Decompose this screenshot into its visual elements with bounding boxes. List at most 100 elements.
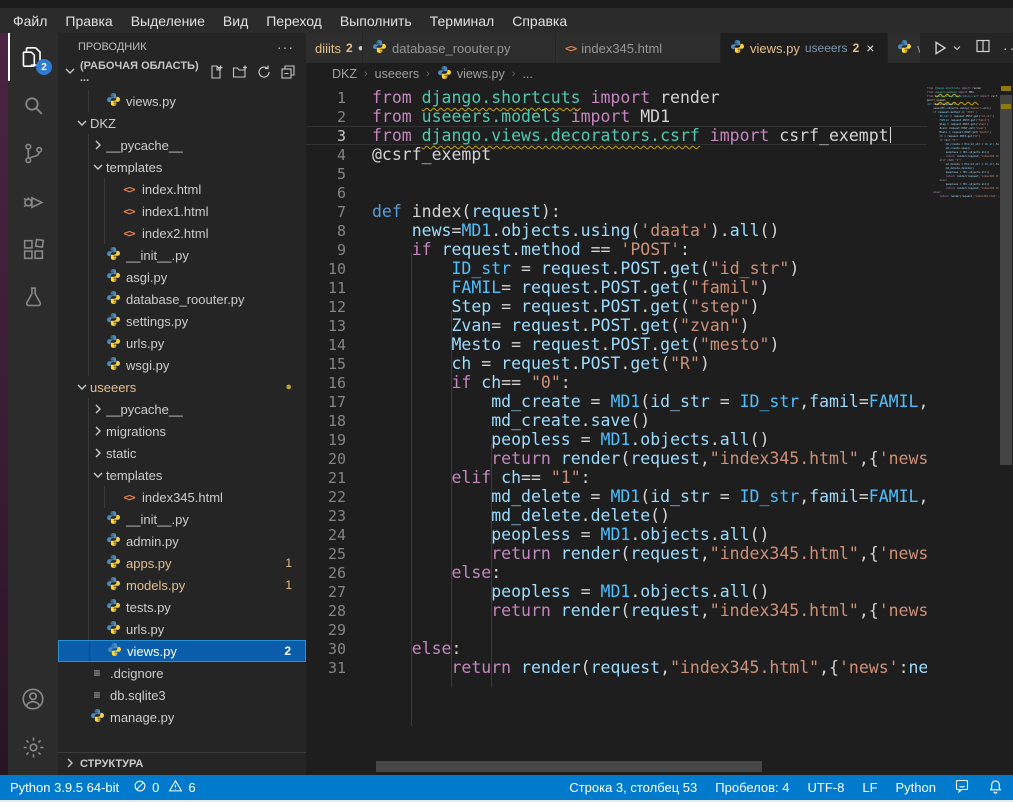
code-editor[interactable]: 1from django.shortcuts import render2fro… — [306, 85, 927, 759]
tree-item-__init__.py[interactable]: __init__.py — [58, 244, 306, 266]
tree-item-urls.py[interactable]: urls.py — [58, 332, 306, 354]
html-file-icon: <> — [123, 183, 134, 196]
desktop-edge-strip — [0, 33, 8, 800]
more-actions-icon[interactable]: ··· — [1003, 40, 1013, 56]
problems-status[interactable]: 0 6 — [133, 779, 195, 796]
refresh-icon[interactable] — [256, 64, 272, 80]
menu-item-6[interactable]: Терминал — [421, 8, 503, 33]
notifications-bell-icon[interactable] — [988, 779, 1003, 797]
menu-item-5[interactable]: Выполнить — [331, 8, 421, 33]
new-file-icon[interactable] — [208, 64, 224, 80]
code-line-11: 11 FAMIL= request.POST.get("famil") — [306, 278, 927, 297]
line-number: 13 — [306, 317, 346, 336]
menu-item-3[interactable]: Вид — [214, 8, 257, 33]
tree-item-static[interactable]: static — [58, 442, 306, 464]
chevron-down-icon — [62, 63, 78, 82]
tree-item-migrations[interactable]: migrations — [58, 420, 306, 442]
tree-item-views.py[interactable]: views.py2 — [58, 640, 306, 662]
extensions-activity-icon[interactable] — [8, 225, 58, 273]
status-language-mode[interactable]: Python — [896, 780, 936, 795]
tab-views.py[interactable]: views.pyuseeers2× — [721, 33, 887, 63]
tree-item-database_roouter.py[interactable]: database_roouter.py — [58, 288, 306, 310]
tree-item-label: __init__.py — [126, 248, 189, 263]
tree-item-index345.html[interactable]: <>index345.html — [58, 486, 306, 508]
workspace-section-header[interactable]: (РАБОЧАЯ ОБЛАСТЬ) ... — [58, 60, 306, 84]
code-line-10: 10 ID_str = request.POST.get("id_str") — [306, 259, 927, 278]
breadcrumb-item-2[interactable]: views.py — [457, 67, 505, 81]
status-encoding[interactable]: UTF-8 — [808, 780, 845, 795]
tree-item-templates[interactable]: templates — [58, 156, 306, 178]
tree-item-index.html[interactable]: <>index.html — [58, 178, 306, 200]
tree-item-__pycache__[interactable]: __pycache__ — [58, 398, 306, 420]
vertical-scrollbar-thumb[interactable] — [1000, 95, 1012, 465]
tree-item-label: __pycache__ — [106, 402, 183, 417]
vertical-scrollbar[interactable] — [999, 85, 1013, 759]
explorer-sidebar: ПРОВОДНИК ··· (РАБОЧАЯ ОБЛАСТЬ) ... view… — [58, 33, 306, 775]
status-indentation[interactable]: Пробелов: 4 — [715, 780, 789, 795]
horizontal-scrollbar[interactable] — [306, 761, 927, 773]
tree-item-wsgi.py[interactable]: wsgi.py — [58, 354, 306, 376]
code-line-17: 17 md_create = MD1(id_str = ID_str,famil… — [306, 392, 927, 411]
python-icon — [106, 290, 121, 308]
tree-item-index1.html[interactable]: <>index1.html — [58, 200, 306, 222]
tab-problem-badge: 2 — [346, 41, 353, 55]
menu-item-1[interactable]: Правка — [56, 8, 121, 33]
tree-item-urls.py[interactable]: urls.py — [58, 618, 306, 640]
breadcrumb-item-0[interactable]: DKZ — [332, 67, 357, 81]
tree-item-apps.py[interactable]: apps.py1 — [58, 552, 306, 574]
tree-item-db.sqlite3[interactable]: ≡db.sqlite3 — [58, 684, 306, 706]
tree-item-tests.py[interactable]: tests.py — [58, 596, 306, 618]
unsaved-dot-icon[interactable]: ● — [358, 43, 362, 54]
status-eol[interactable]: LF — [862, 780, 877, 795]
tree-item-asgi.py[interactable]: asgi.py — [58, 266, 306, 288]
tree-item-models.py[interactable]: models.py1 — [58, 574, 306, 596]
explorer-more-actions-icon[interactable]: ··· — [277, 39, 294, 55]
explorer-activity-icon[interactable]: 2 — [8, 33, 58, 81]
code-line-25: 25 return render(request,"index345.html"… — [306, 544, 927, 563]
minimap[interactable]: from django.shortcuts import renderfrom … — [927, 85, 999, 759]
tree-item-manage.py[interactable]: manage.py — [58, 706, 306, 728]
search-activity-icon[interactable] — [8, 81, 58, 129]
tree-item-DKZ[interactable]: DKZ — [58, 112, 306, 134]
breadcrumb-item-3[interactable]: ... — [522, 67, 532, 81]
python-icon — [106, 312, 121, 330]
settings-icon[interactable] — [8, 723, 58, 771]
account-icon[interactable] — [8, 675, 58, 723]
run-file-icon[interactable] — [931, 39, 963, 57]
menu-item-4[interactable]: Переход — [257, 8, 331, 33]
python-interpreter-status[interactable]: Python 3.9.5 64-bit — [10, 780, 119, 795]
menu-item-7[interactable]: Справка — [503, 8, 576, 33]
tab-index345.html[interactable]: <>index345.html — [556, 33, 720, 63]
breadcrumb-item-1[interactable]: useeers — [375, 67, 419, 81]
menu-item-0[interactable]: Файл — [4, 8, 56, 33]
code-line-18: 18 md_create.save() — [306, 411, 927, 430]
collapse-folders-icon[interactable] — [280, 64, 296, 80]
tree-item-templates[interactable]: templates — [58, 464, 306, 486]
feedback-smiley-icon[interactable] — [954, 778, 970, 797]
code-line-20: 20 return render(request,"index345.html"… — [306, 449, 927, 468]
tab-vie[interactable]: vie — [888, 33, 920, 63]
tab-diiits[interactable]: diiits2● — [306, 33, 362, 63]
tree-item-__init__.py[interactable]: __init__.py — [58, 508, 306, 530]
source-control-activity-icon[interactable] — [8, 129, 58, 177]
tree-item-__pycache__[interactable]: __pycache__ — [58, 134, 306, 156]
status-cursor-position[interactable]: Строка 3, столбец 53 — [569, 780, 697, 795]
code-line-30: 30 else: — [306, 639, 927, 658]
error-count: 0 — [152, 780, 159, 795]
tree-item-views.py[interactable]: views.py — [58, 90, 306, 112]
testing-activity-icon[interactable] — [8, 273, 58, 321]
menu-item-2[interactable]: Выделение — [122, 8, 214, 33]
tree-item-admin.py[interactable]: admin.py — [58, 530, 306, 552]
split-editor-icon[interactable] — [975, 38, 991, 59]
close-tab-icon[interactable]: × — [866, 40, 874, 56]
outline-section-header[interactable]: СТРУКТУРА — [58, 752, 306, 775]
horizontal-scrollbar-thumb[interactable] — [376, 761, 762, 772]
tree-item-index2.html[interactable]: <>index2.html — [58, 222, 306, 244]
tab-database_roouter.py[interactable]: database_roouter.py — [363, 33, 555, 63]
tree-item-useeers[interactable]: useeers● — [58, 376, 306, 398]
line-number: 4 — [306, 146, 346, 165]
tree-item-.dcignore[interactable]: ≡.dcignore — [58, 662, 306, 684]
tree-item-settings.py[interactable]: settings.py — [58, 310, 306, 332]
run-debug-activity-icon[interactable] — [8, 177, 58, 225]
new-folder-icon[interactable] — [232, 64, 248, 80]
